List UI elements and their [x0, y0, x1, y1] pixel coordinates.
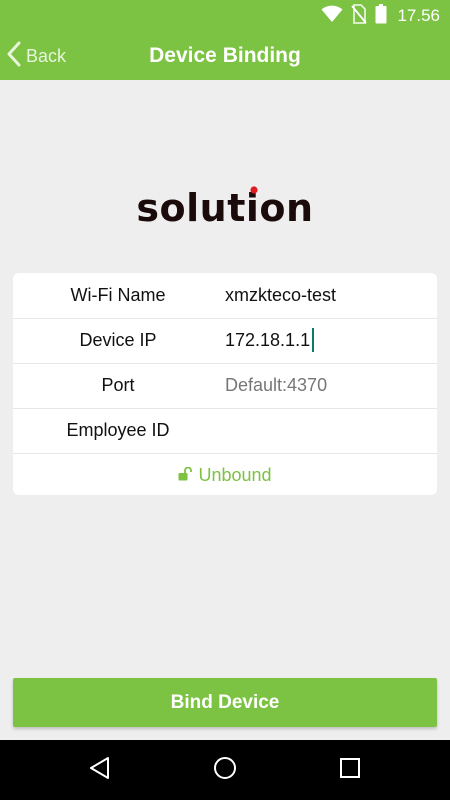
nav-back-button[interactable]: [80, 750, 120, 790]
device-ip-label: Device IP: [79, 330, 157, 350]
port-row: Port: [13, 363, 437, 409]
binding-status: Unbound: [13, 453, 437, 498]
nav-home-button[interactable]: [205, 750, 245, 790]
status-bar: 17.56: [0, 0, 450, 32]
solution-logo: solution: [0, 181, 450, 237]
device-ip-field[interactable]: 172.18.1.1: [225, 318, 315, 363]
employee-id-label: Employee ID: [66, 420, 170, 440]
binding-status-label: Unbound: [198, 465, 272, 485]
unlock-icon: [178, 465, 193, 486]
wifi-icon: [321, 5, 343, 28]
text-cursor: [312, 327, 315, 352]
status-time: 17.56: [397, 6, 440, 25]
svg-text:solution: solution: [136, 186, 313, 230]
device-form-card: Wi-Fi Name xmzkteco-test Device IP 172.1…: [13, 273, 437, 495]
binding-status-row: Unbound: [13, 453, 437, 498]
back-label: Back: [26, 45, 67, 66]
port-label: Port: [101, 375, 135, 395]
back-triangle-icon: [89, 756, 111, 785]
nav-recents-button[interactable]: [330, 750, 370, 790]
chevron-left-icon: [6, 41, 22, 72]
no-sim-icon: [351, 3, 368, 29]
page-title: Device Binding: [149, 44, 301, 67]
employee-id-row: Employee ID: [13, 408, 437, 454]
back-button[interactable]: Back: [6, 32, 66, 80]
wifi-name-label: Wi-Fi Name: [70, 285, 166, 305]
employee-id-input[interactable]: [225, 414, 425, 447]
wifi-name-row: Wi-Fi Name xmzkteco-test: [13, 273, 437, 319]
device-ip-value: 172.18.1.1: [225, 330, 311, 350]
wifi-name-value: xmzkteco-test: [225, 285, 337, 305]
app-bar: Back Device Binding: [0, 32, 450, 80]
port-input[interactable]: [225, 369, 425, 402]
status-icons: 17.56: [321, 0, 440, 32]
system-nav-bar: [0, 740, 450, 800]
recents-square-icon: [339, 757, 361, 784]
home-circle-icon: [213, 756, 237, 785]
battery-icon: [375, 3, 387, 29]
bind-device-button[interactable]: Bind Device: [13, 678, 437, 727]
device-ip-row: Device IP 172.18.1.1: [13, 318, 437, 364]
